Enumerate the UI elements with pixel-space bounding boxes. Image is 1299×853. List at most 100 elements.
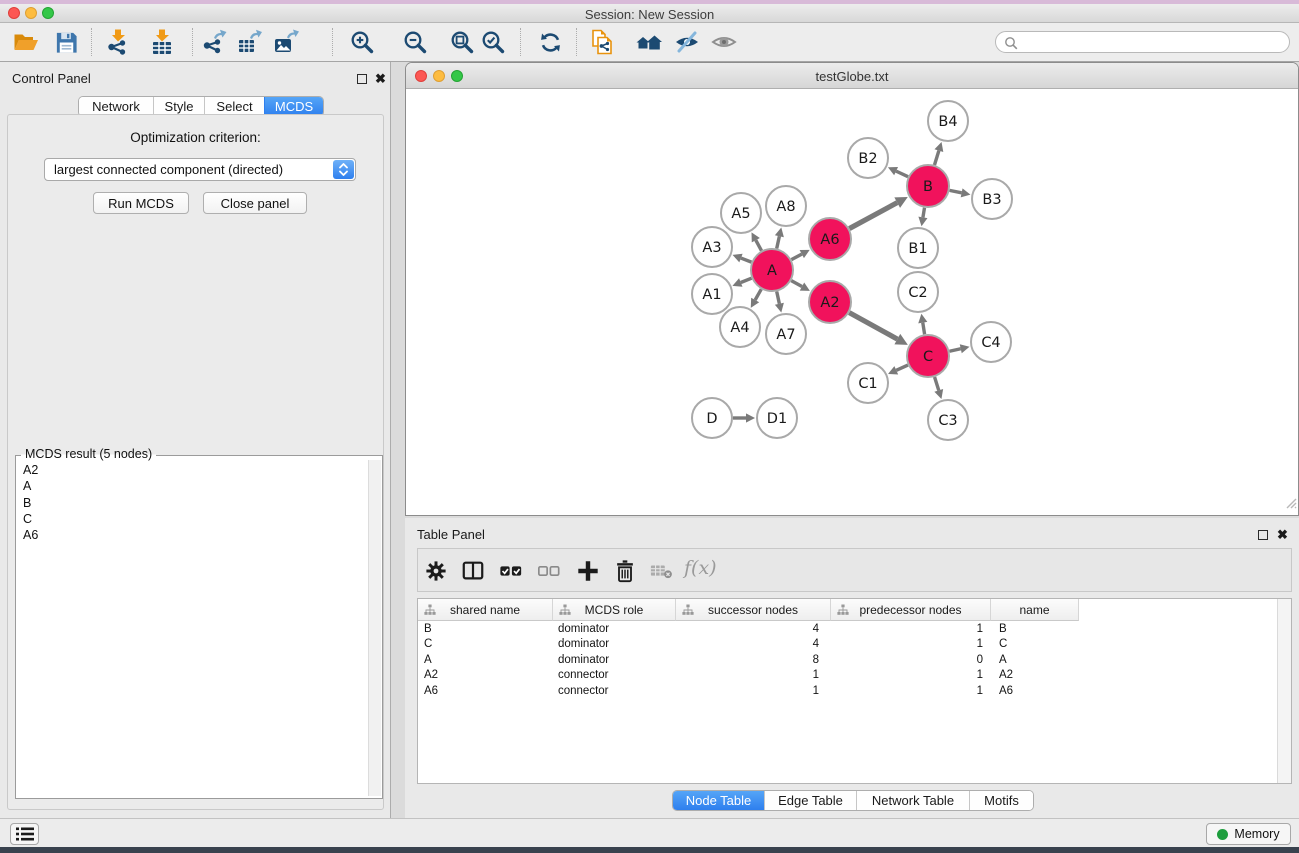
mcds-result-item[interactable]: A [17,478,366,494]
table-row[interactable]: Cdominator41C [418,637,1277,653]
tab-edge-table[interactable]: Edge Table [764,791,856,810]
graph-edge-A-A5[interactable] [752,232,762,250]
graph-node-D[interactable]: D [692,398,732,438]
run-mcds-button[interactable]: Run MCDS [93,192,189,214]
column-header-shared-name[interactable]: shared name [418,599,553,621]
table-scrollbar[interactable] [1277,599,1291,783]
import-table-icon[interactable] [147,26,177,58]
graph-node-A1[interactable]: A1 [692,274,732,314]
graph-node-C2[interactable]: C2 [898,272,938,312]
graph-edge-A-A2[interactable] [791,281,810,291]
graph-node-A5[interactable]: A5 [721,193,761,233]
zoom-in-icon[interactable] [347,26,377,58]
graph-edge-A-A3[interactable] [733,254,752,263]
import-network-icon[interactable] [103,26,133,58]
column-header-mcds-role[interactable]: MCDS role [553,599,676,621]
graph-edge-B-B1[interactable] [918,208,927,227]
plus-icon[interactable] [576,559,600,583]
float-panel-icon[interactable] [1258,530,1268,540]
graph-edge-C-C1[interactable] [888,365,908,374]
float-panel-icon[interactable] [357,74,367,84]
graph-node-C[interactable]: C [907,335,949,377]
graph-edge-B-B4[interactable] [934,142,943,165]
graph-node-A4[interactable]: A4 [720,307,760,347]
gear-icon[interactable] [424,559,448,583]
column-header-predecessor-nodes[interactable]: predecessor nodes [831,599,991,621]
graph-edge-A6-B[interactable] [849,197,907,229]
select-all-checks-icon[interactable] [499,559,523,583]
graph-node-B2[interactable]: B2 [848,138,888,178]
document-network-icon[interactable] [587,26,617,58]
table-row[interactable]: A2connector11A2 [418,668,1277,684]
graph-node-C4[interactable]: C4 [971,322,1011,362]
trash-icon[interactable] [613,559,637,583]
graph-edge-C-C3[interactable] [934,377,943,399]
deselect-all-boxes-icon[interactable] [537,559,561,583]
task-list-button[interactable] [10,823,39,845]
svg-text:C3: C3 [938,413,957,429]
graph-edge-D-D1[interactable] [733,413,755,422]
resize-grip-icon[interactable] [1284,496,1297,514]
graph-node-A[interactable]: A [751,249,793,291]
mcds-result-item[interactable]: A6 [17,527,366,543]
graph-edge-C-C4[interactable] [949,344,969,353]
zoom-out-icon[interactable] [400,26,430,58]
graph-node-A2[interactable]: A2 [809,281,851,323]
mcds-result-list: A2ABCA6 [17,462,366,796]
eye-slash-icon[interactable] [672,26,702,58]
open-folder-icon[interactable] [11,26,41,58]
column-header-name[interactable]: name [991,599,1079,621]
graph-edge-A-A8[interactable] [775,227,784,248]
houses-icon[interactable] [634,26,664,58]
graph-edge-B-B2[interactable] [888,167,908,177]
table-row[interactable]: A6connector11A6 [418,683,1277,699]
memory-button[interactable]: Memory [1206,823,1291,845]
graph-edge-C-C2[interactable] [918,314,927,335]
save-floppy-icon[interactable] [51,26,81,58]
export-network-icon[interactable] [199,26,229,58]
mcds-list-scrollbar[interactable] [368,460,381,796]
graph-node-B1[interactable]: B1 [898,228,938,268]
network-canvas[interactable]: B4 B2 B B3 A8A5 A6 B1 A3 A C2 A1 A2 A4A7 C4 C C1 C3 D D1 [407,89,1298,515]
mcds-result-item[interactable]: B [17,495,366,511]
zoom-selected-icon[interactable] [478,26,508,58]
graph-node-A3[interactable]: A3 [692,227,732,267]
export-table-icon[interactable] [234,26,264,58]
graph-edge-A-A1[interactable] [732,278,751,287]
tab-motifs[interactable]: Motifs [969,791,1033,810]
graph-node-C3[interactable]: C3 [928,400,968,440]
graph-node-B3[interactable]: B3 [972,179,1012,219]
mcds-result-item[interactable]: C [17,511,366,527]
delete-table-icon[interactable] [650,559,674,583]
refresh-icon[interactable] [535,26,565,58]
graph-node-B4[interactable]: B4 [928,101,968,141]
close-panel-button[interactable]: Close panel [203,192,307,214]
graph-edge-A-A7[interactable] [775,291,784,312]
column-header-successor-nodes[interactable]: successor nodes [676,599,831,621]
table-row[interactable]: Adominator80A [418,652,1277,668]
graph-node-A8[interactable]: A8 [766,186,806,226]
tab-network-table[interactable]: Network Table [856,791,969,810]
close-panel-icon[interactable]: ✖ [375,73,386,85]
eye-icon[interactable] [709,26,739,58]
zoom-fit-icon[interactable] [447,26,477,58]
mcds-result-item[interactable]: A2 [17,462,366,478]
table-cell: 1 [831,638,991,650]
graph-edge-A2-C[interactable] [849,313,908,345]
tab-node-table[interactable]: Node Table [673,791,764,810]
table-row[interactable]: Bdominator41B [418,621,1277,637]
graph-node-A6[interactable]: A6 [809,218,851,260]
graph-edge-A-A6[interactable] [791,250,809,260]
column-layout-icon[interactable] [461,559,485,583]
graph-node-C1[interactable]: C1 [848,363,888,403]
export-image-icon[interactable] [271,26,301,58]
search-input[interactable] [1022,33,1282,51]
graph-edge-B-B3[interactable] [950,188,971,197]
close-panel-icon[interactable]: ✖ [1277,529,1288,541]
search-field[interactable] [995,31,1290,53]
graph-node-A7[interactable]: A7 [766,314,806,354]
graph-edge-A-A4[interactable] [751,289,761,308]
graph-node-B[interactable]: B [907,165,949,207]
optimization-criterion-dropdown[interactable]: largest connected component (directed) [44,158,356,181]
graph-node-D1[interactable]: D1 [757,398,797,438]
